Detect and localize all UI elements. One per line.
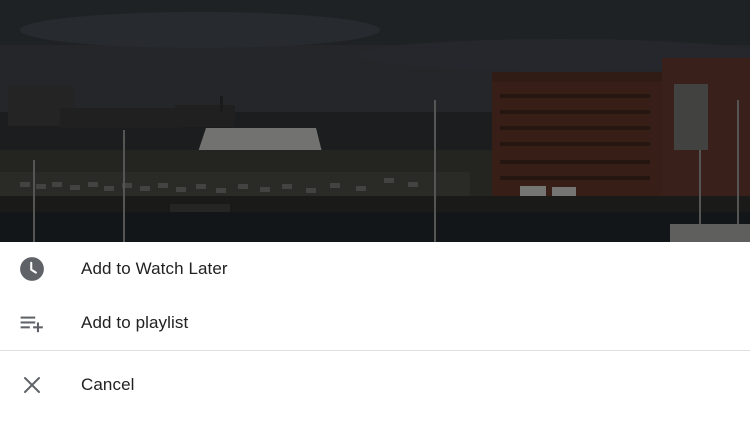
menu-divider <box>0 350 750 351</box>
cancel-item[interactable]: Cancel <box>0 358 750 412</box>
playlist-add-icon <box>18 309 46 337</box>
bottom-sheet-menu: Add to Watch Later Add to playlist Cance… <box>0 242 750 422</box>
add-to-watch-later-label: Add to Watch Later <box>81 259 228 278</box>
add-to-playlist-item[interactable]: Add to playlist <box>0 296 750 350</box>
close-icon <box>18 371 46 399</box>
dim-overlay[interactable] <box>0 0 750 242</box>
add-to-playlist-label: Add to playlist <box>81 313 189 332</box>
clock-icon <box>18 255 46 283</box>
cancel-label: Cancel <box>81 375 135 394</box>
video-thumbnail <box>0 0 750 242</box>
add-to-watch-later-item[interactable]: Add to Watch Later <box>0 242 750 296</box>
